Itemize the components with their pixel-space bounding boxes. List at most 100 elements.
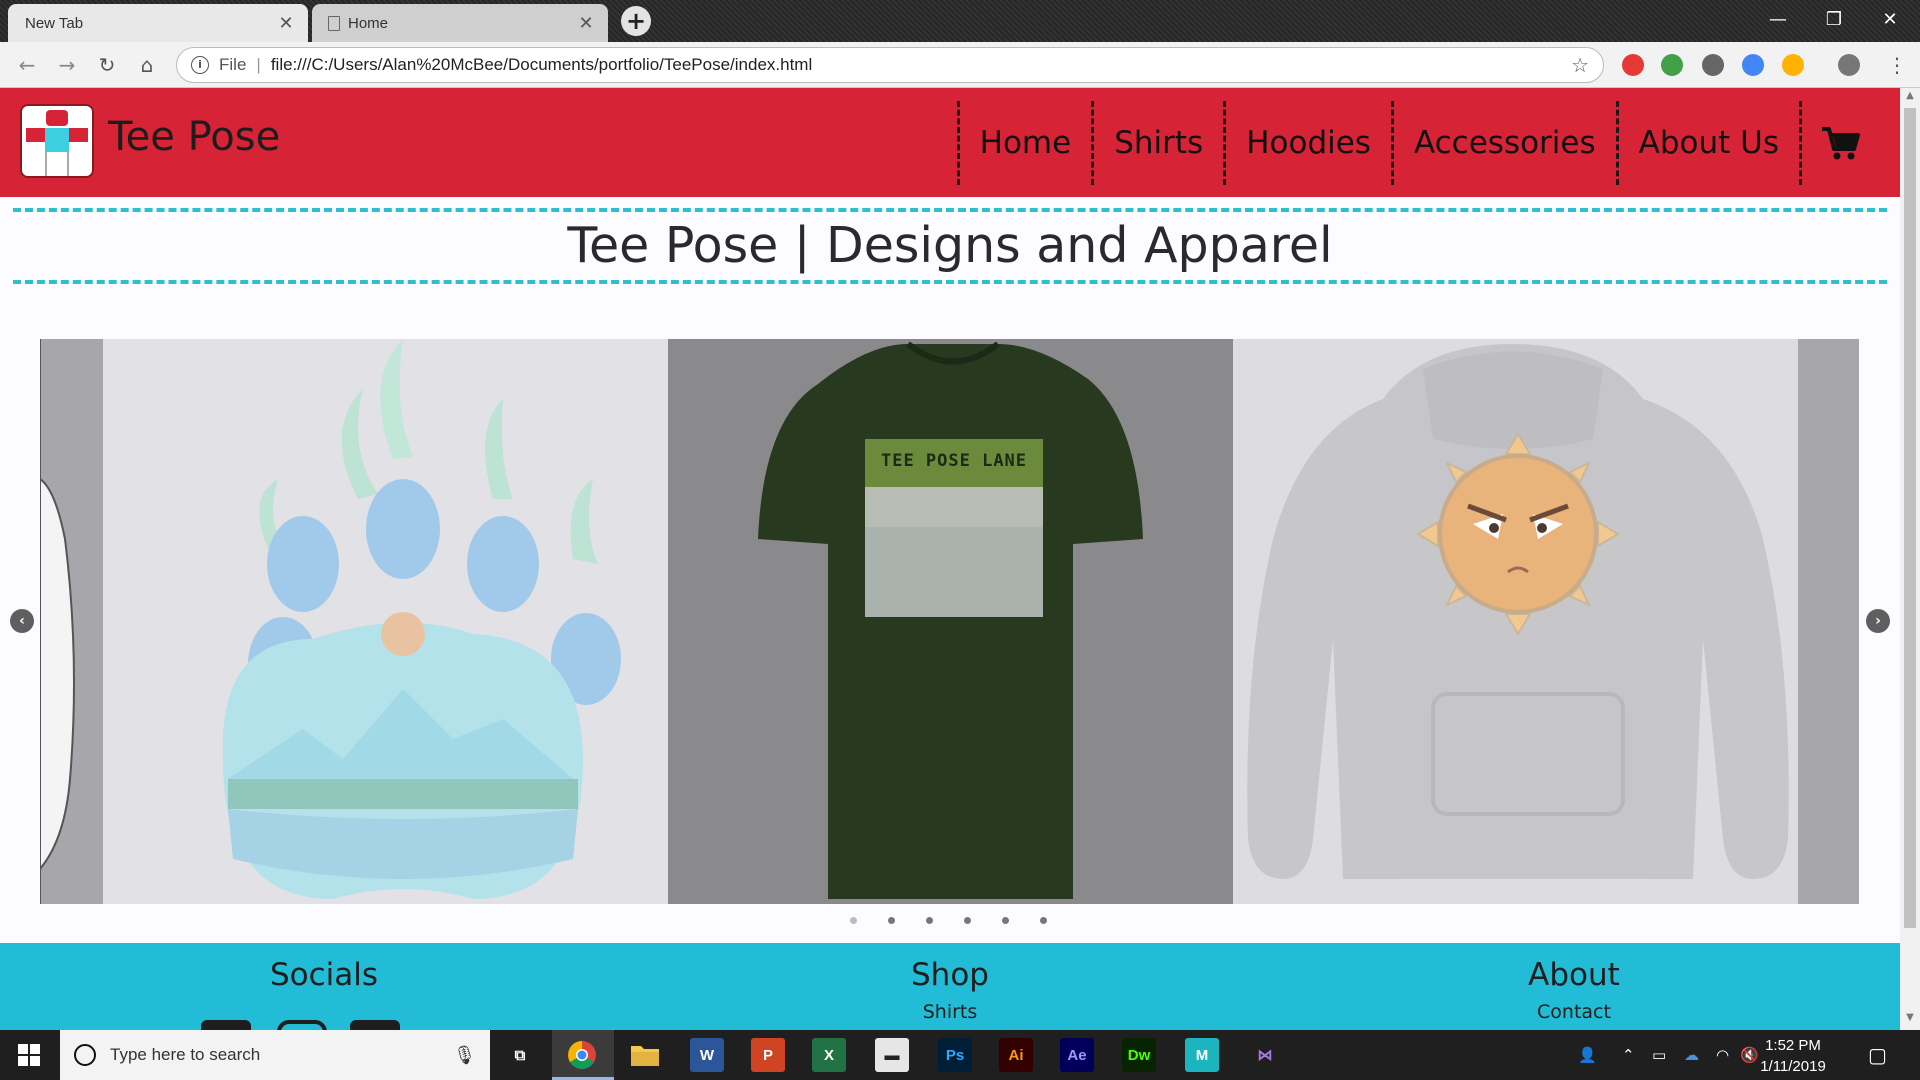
- maya-icon[interactable]: M: [1185, 1038, 1219, 1072]
- nav-accessories[interactable]: Accessories: [1390, 101, 1616, 185]
- new-tab-button[interactable]: +: [621, 6, 651, 36]
- close-icon[interactable]: ✕: [574, 13, 598, 34]
- system-clock[interactable]: 1:52 PM 1/11/2019: [1748, 1035, 1838, 1077]
- minimize-button[interactable]: —: [1750, 0, 1806, 38]
- social-icon[interactable]: [201, 1020, 251, 1030]
- menu-icon[interactable]: ⋮: [1882, 50, 1912, 80]
- slide-tee-pose-lane-shirt[interactable]: TEE POSE LANE: [668, 339, 1233, 904]
- chrome-icon[interactable]: [565, 1038, 599, 1072]
- taskbar-search[interactable]: Type here to search 🎙: [60, 1030, 490, 1080]
- footer-shop: Shop Shirts: [750, 943, 1150, 1023]
- profile-avatar-icon[interactable]: [1838, 54, 1860, 76]
- carousel-dot[interactable]: [1040, 917, 1047, 924]
- cart-icon[interactable]: [1799, 101, 1860, 185]
- bookmark-star-icon[interactable]: ☆: [1571, 53, 1589, 78]
- people-icon[interactable]: 👤: [1578, 1030, 1597, 1080]
- carousel-dot[interactable]: [964, 917, 971, 924]
- home-button[interactable]: ⌂: [132, 50, 162, 80]
- search-placeholder: Type here to search: [110, 1045, 261, 1064]
- battery-icon[interactable]: ▭: [1652, 1030, 1666, 1080]
- powerpoint-icon[interactable]: P: [751, 1038, 785, 1072]
- url-text[interactable]: file:///C:/Users/Alan%20McBee/Documents/…: [271, 55, 812, 75]
- forward-button[interactable]: →: [52, 50, 82, 80]
- task-view-icon[interactable]: ⧉: [503, 1038, 537, 1072]
- excel-icon[interactable]: X: [812, 1038, 846, 1072]
- vertical-scrollbar[interactable]: ▲ ▼: [1900, 88, 1920, 1030]
- opera-icon[interactable]: [1622, 54, 1644, 76]
- windows-icon: [18, 1044, 40, 1066]
- carousel-dot[interactable]: [1002, 917, 1009, 924]
- tab-label: New Tab: [25, 14, 84, 32]
- info-icon[interactable]: i: [191, 56, 209, 74]
- nav-about-us[interactable]: About Us: [1615, 101, 1799, 185]
- nav-home[interactable]: Home: [956, 101, 1092, 185]
- carousel-next-button[interactable]: ›: [1866, 609, 1890, 633]
- slide-paw-print[interactable]: [103, 339, 668, 904]
- browser-toolbar: ← → ↻ ⌂ i File | file:///C:/Users/Alan%2…: [0, 42, 1920, 88]
- close-window-button[interactable]: ✕: [1862, 0, 1918, 38]
- footer-link-shirts[interactable]: Shirts: [750, 1001, 1150, 1023]
- maximize-button[interactable]: ❐: [1806, 0, 1862, 38]
- tab-home[interactable]: Home ✕: [312, 4, 608, 42]
- drive-icon[interactable]: [1742, 54, 1764, 76]
- carousel-indicators: [850, 917, 1047, 924]
- tab-label: Home: [348, 14, 389, 32]
- footer-heading: About: [1528, 957, 1620, 993]
- slide-angry-sun-hoodie[interactable]: [1233, 339, 1798, 904]
- site-footer: Socials Shop Shirts About Contact: [0, 943, 1900, 1030]
- document-icon: [328, 15, 340, 31]
- footer-heading: Shop: [911, 957, 989, 993]
- nav-hoodies[interactable]: Hoodies: [1223, 101, 1391, 185]
- taskbar: Type here to search 🎙 ⧉ W P X ▬ Ps Ai Ae Dw M ⋈ 👤 …: [0, 1030, 1920, 1080]
- microphone-icon[interactable]: 🎙: [453, 1045, 476, 1066]
- tab-new-tab[interactable]: New Tab ✕: [8, 4, 308, 42]
- photoshop-icon[interactable]: Ps: [938, 1038, 972, 1072]
- after-effects-icon[interactable]: Ae: [1060, 1038, 1094, 1072]
- wordpress-icon[interactable]: [1702, 54, 1724, 76]
- footer-socials: Socials: [124, 943, 524, 993]
- page-viewport: Tee Pose Home Shirts Hoodies Accessories…: [0, 88, 1900, 1030]
- tab-strip: New Tab ✕ Home ✕ + — ❐ ✕: [0, 0, 1920, 42]
- word-icon[interactable]: W: [690, 1038, 724, 1072]
- scheme-label: File: [219, 55, 247, 74]
- footer-about: About Contact: [1374, 943, 1774, 1023]
- partial-slide-right: [1798, 339, 1859, 904]
- nav-shirts[interactable]: Shirts: [1091, 101, 1223, 185]
- scroll-down-icon[interactable]: ▼: [1900, 1012, 1920, 1028]
- footer-heading: Socials: [269, 957, 379, 993]
- carousel-prev-button[interactable]: ‹: [10, 609, 34, 633]
- visual-studio-icon[interactable]: ⋈: [1248, 1038, 1282, 1072]
- hero-title: Tee Pose | Designs and Apparel: [13, 208, 1887, 284]
- onedrive-icon[interactable]: ☁: [1684, 1030, 1699, 1080]
- address-separator: |: [256, 55, 261, 74]
- back-button[interactable]: ←: [12, 50, 42, 80]
- tee-pose-logo[interactable]: [20, 104, 94, 178]
- social-icon[interactable]: [350, 1020, 400, 1030]
- instagram-icon[interactable]: [277, 1020, 327, 1030]
- orange-extension-icon[interactable]: [1782, 54, 1804, 76]
- color-wheel-icon[interactable]: [1661, 54, 1683, 76]
- partial-slide-left: [40, 339, 103, 904]
- reload-button[interactable]: ↻: [92, 50, 122, 80]
- clock-date: 1/11/2019: [1760, 1058, 1826, 1075]
- carousel-dot[interactable]: [850, 917, 857, 924]
- wifi-icon[interactable]: ◠: [1716, 1030, 1729, 1080]
- footer-link-contact[interactable]: Contact: [1374, 1001, 1774, 1023]
- scrollbar-thumb[interactable]: [1904, 108, 1916, 928]
- brand-name[interactable]: Tee Pose: [108, 114, 280, 160]
- address-bar[interactable]: i File | file:///C:/Users/Alan%20McBee/D…: [176, 47, 1604, 83]
- carousel-dot[interactable]: [888, 917, 895, 924]
- site-header: Tee Pose Home Shirts Hoodies Accessories…: [0, 88, 1900, 197]
- chevron-up-icon[interactable]: ⌃: [1622, 1030, 1635, 1080]
- close-icon[interactable]: ✕: [274, 13, 298, 34]
- dreamweaver-icon[interactable]: Dw: [1122, 1038, 1156, 1072]
- scroll-up-icon[interactable]: ▲: [1900, 90, 1920, 106]
- shirt-print-text: TEE POSE LANE: [880, 451, 1028, 471]
- file-explorer-icon[interactable]: [628, 1038, 662, 1072]
- notifications-icon[interactable]: ▢: [1868, 1030, 1887, 1080]
- terminal-icon[interactable]: ▬: [875, 1038, 909, 1072]
- start-button[interactable]: [0, 1030, 58, 1080]
- illustrator-icon[interactable]: Ai: [999, 1038, 1033, 1072]
- clock-time: 1:52 PM: [1765, 1037, 1821, 1054]
- carousel-dot[interactable]: [926, 917, 933, 924]
